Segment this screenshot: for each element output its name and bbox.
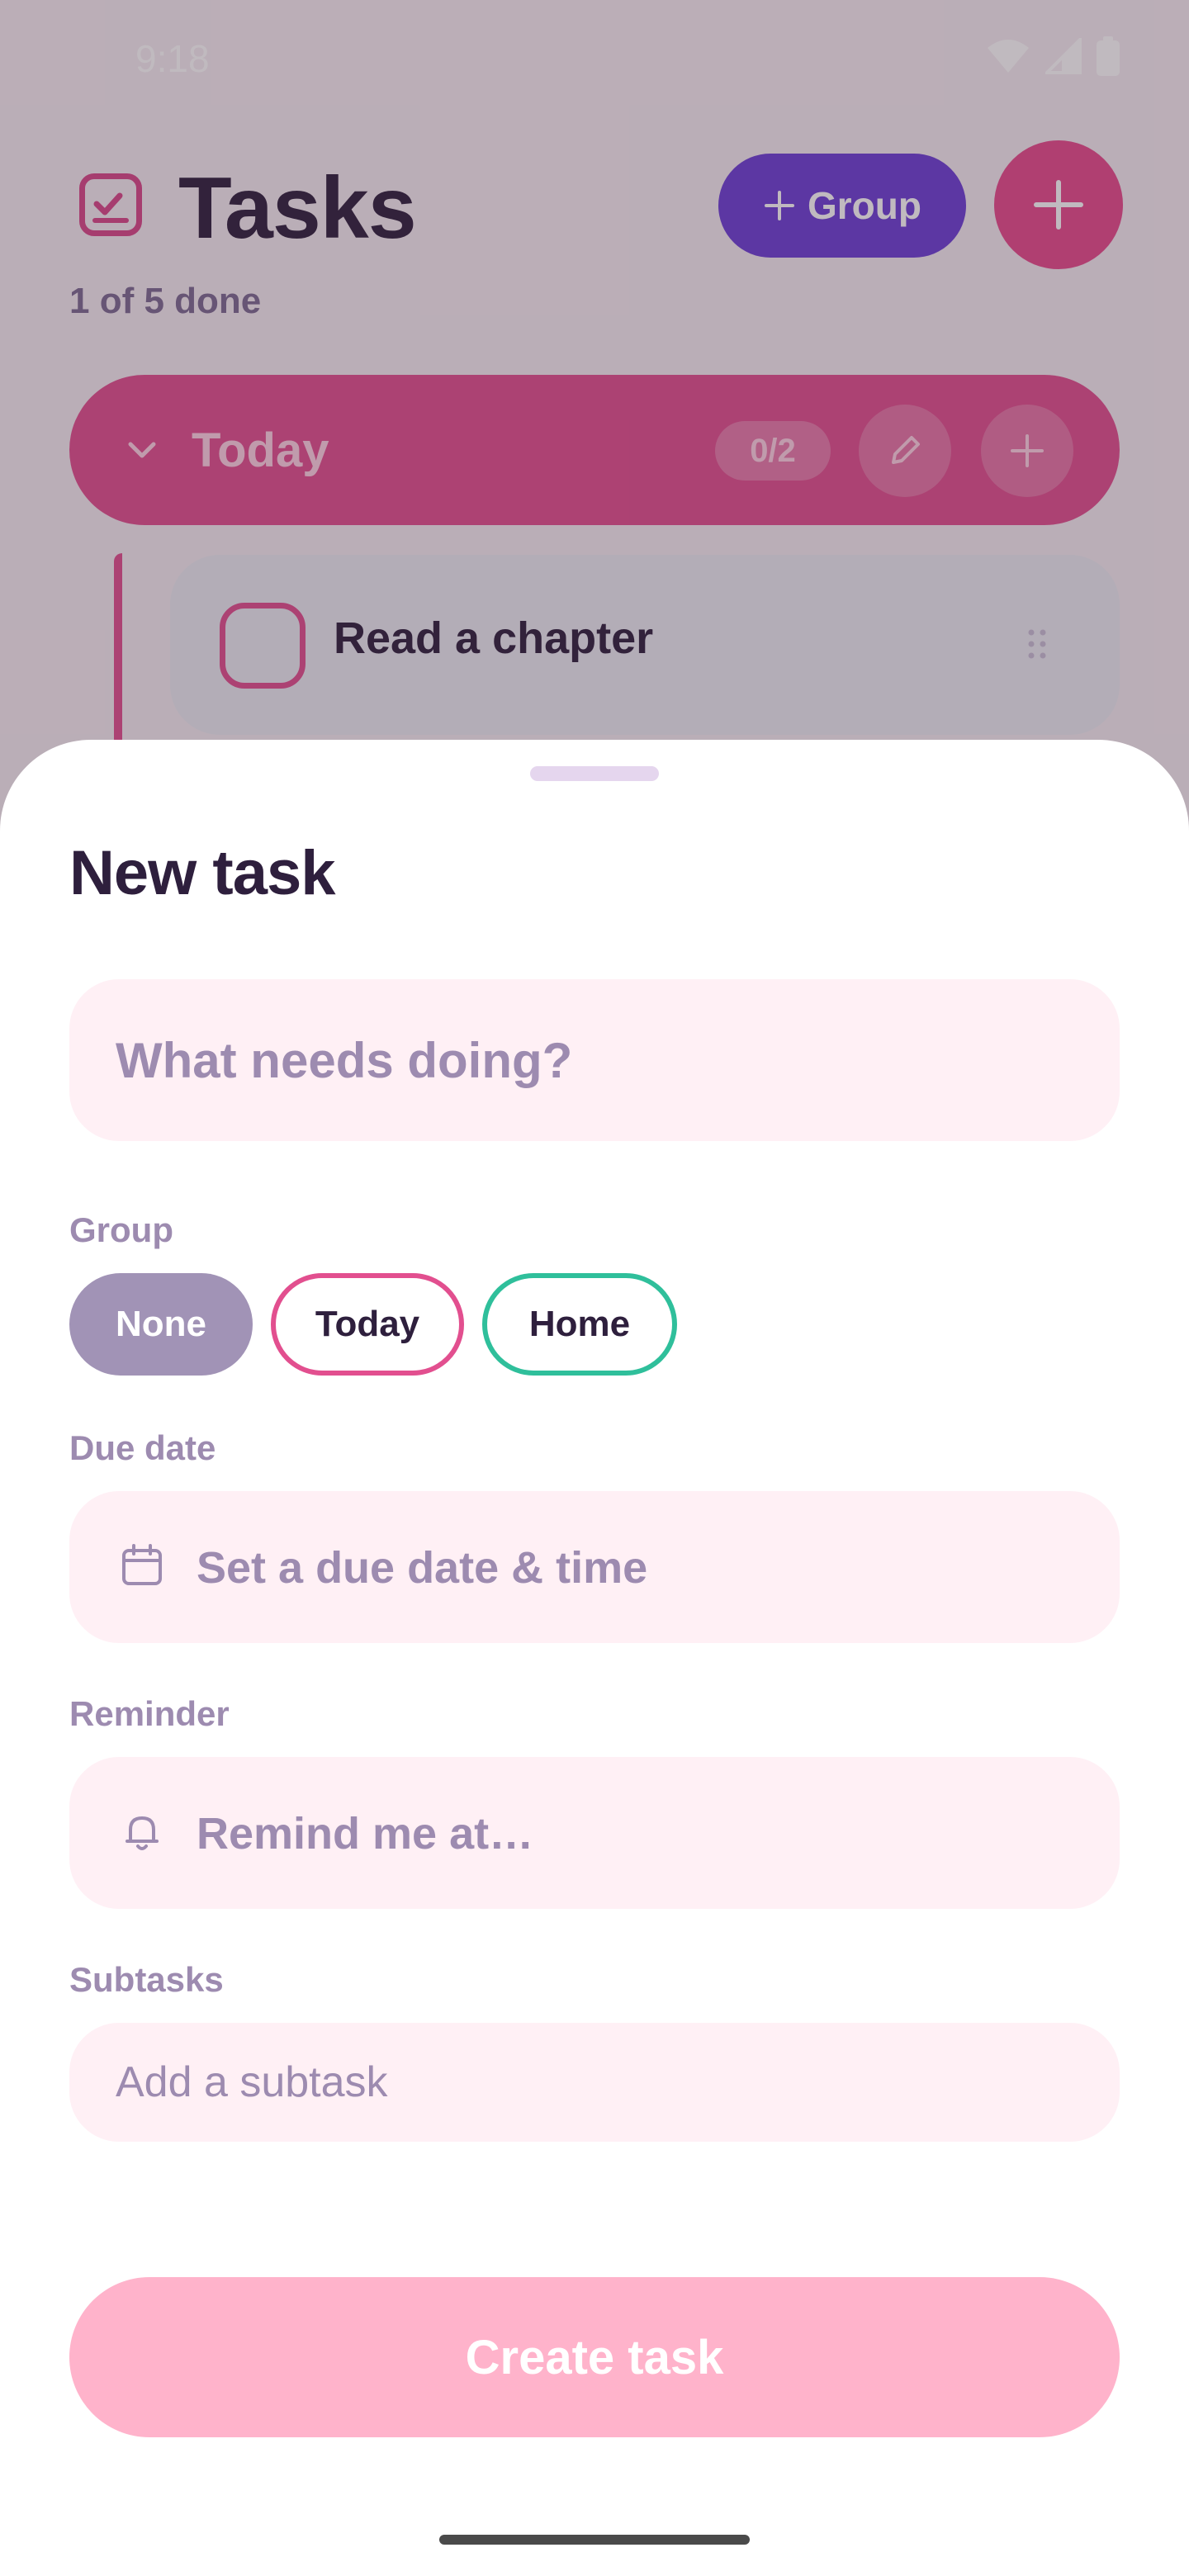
group-chip-today[interactable]: Today bbox=[271, 1273, 464, 1376]
create-task-button[interactable]: Create task bbox=[69, 2277, 1120, 2437]
task-title-input[interactable] bbox=[116, 979, 1073, 1141]
sheet-title: New task bbox=[69, 838, 335, 908]
reminder-label: Reminder bbox=[69, 1694, 230, 1733]
sheet-drag-handle[interactable] bbox=[530, 766, 659, 781]
screen: 9:18 Tasks 1 of 5 done Group Today 0/2 R… bbox=[0, 0, 1189, 2576]
bell-icon bbox=[126, 1816, 159, 1850]
new-task-sheet: New task Group None Today Home Due date … bbox=[0, 740, 1189, 2576]
due-date-label: Due date bbox=[69, 1428, 216, 1467]
due-date-placeholder: Set a due date & time bbox=[197, 1543, 648, 1593]
reminder-picker[interactable]: Remind me at… bbox=[69, 1757, 1120, 1909]
subtask-field[interactable] bbox=[69, 2023, 1120, 2142]
home-indicator[interactable] bbox=[439, 2535, 750, 2545]
task-title-field[interactable] bbox=[69, 979, 1120, 1141]
due-date-picker[interactable]: Set a due date & time bbox=[69, 1491, 1120, 1643]
subtask-input[interactable] bbox=[116, 2023, 1073, 2142]
calendar-icon bbox=[122, 1544, 162, 1585]
reminder-placeholder: Remind me at… bbox=[197, 1809, 534, 1859]
group-label: Group bbox=[69, 1210, 173, 1249]
subtasks-label: Subtasks bbox=[69, 1960, 224, 1999]
group-chip-none[interactable]: None bbox=[69, 1273, 253, 1376]
group-chip-home[interactable]: Home bbox=[482, 1273, 677, 1376]
